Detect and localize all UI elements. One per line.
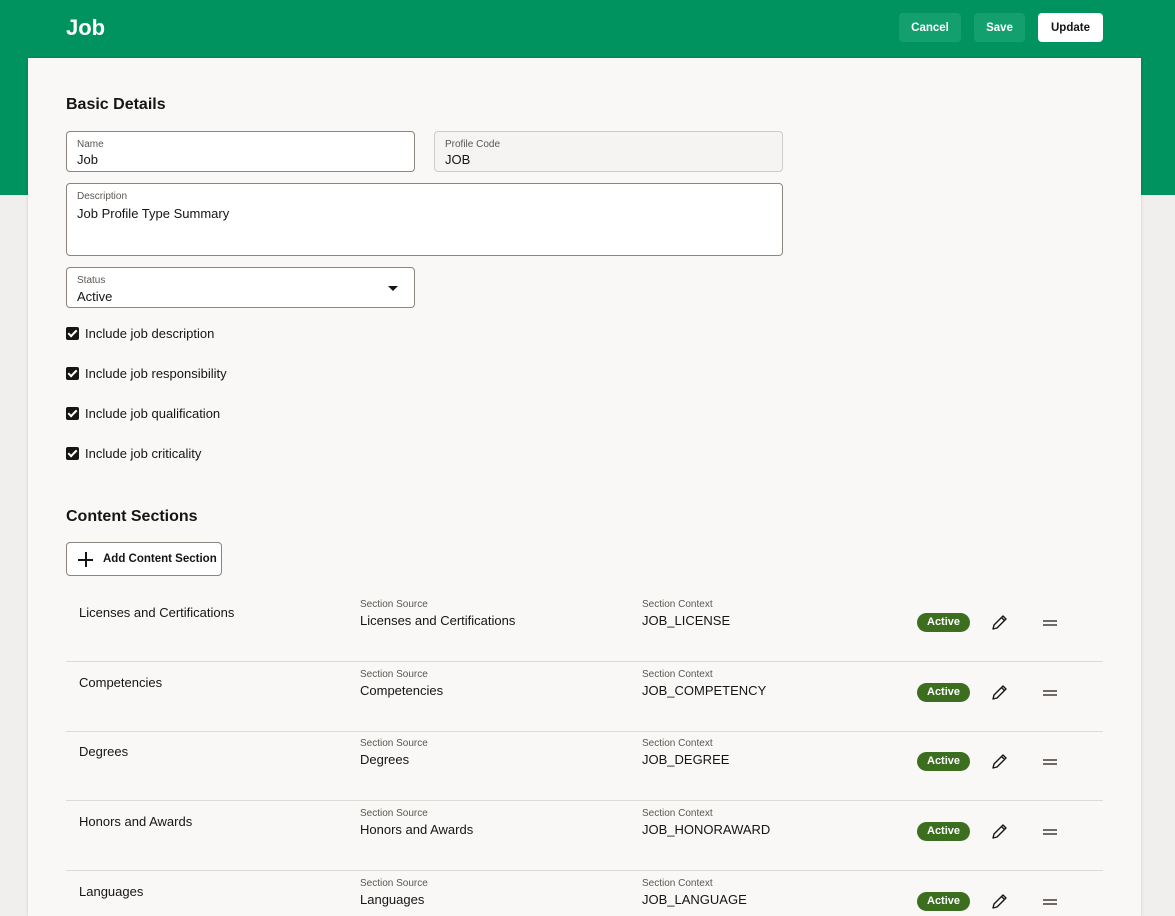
plus-icon [78, 552, 93, 567]
content-sections-heading: Content Sections [66, 508, 198, 525]
pencil-icon[interactable] [990, 821, 1010, 841]
checkbox-label: Include job qualification [85, 406, 221, 421]
section-context-value: JOB_DEGREE [642, 752, 730, 767]
section-context-label: Section Context [642, 669, 713, 680]
chevron-down-icon [388, 286, 398, 291]
pencil-icon[interactable] [990, 891, 1010, 911]
section-context-label: Section Context [642, 599, 713, 610]
drag-handle-icon[interactable] [1043, 898, 1057, 906]
status-value: Active [77, 289, 113, 304]
pencil-icon[interactable] [990, 682, 1010, 702]
drag-handle-icon[interactable] [1043, 828, 1057, 836]
section-context-label: Section Context [642, 738, 713, 749]
description-value: Job Profile Type Summary [77, 206, 230, 221]
status-badge: Active [917, 683, 971, 702]
section-context-value: JOB_LANGUAGE [642, 892, 747, 907]
drag-handle-icon[interactable] [1043, 619, 1057, 627]
description-field[interactable]: Description Job Profile Type Summary [66, 183, 783, 256]
name-field[interactable]: Name Job [66, 131, 415, 172]
section-context-label: Section Context [642, 808, 713, 819]
pencil-icon[interactable] [990, 612, 1010, 632]
profile-code-label: Profile Code [445, 139, 501, 150]
section-name: Licenses and Certifications [79, 605, 235, 620]
profile-code-value: JOB [445, 152, 471, 167]
checkbox-label: Include job responsibility [85, 366, 227, 381]
section-context-value: JOB_LICENSE [642, 613, 731, 628]
checkbox-checked-icon[interactable] [66, 327, 79, 340]
checkbox-checked-icon[interactable] [66, 367, 79, 380]
section-source-value: Honors and Awards [360, 822, 474, 837]
content-section-row: Honors and Awards Section Source Honors … [66, 801, 1103, 871]
update-button[interactable]: Update [1038, 13, 1103, 42]
status-badge: Active [917, 892, 971, 911]
drag-handle-icon[interactable] [1043, 758, 1057, 766]
status-select[interactable]: Status Active [66, 267, 415, 308]
section-name: Languages [79, 884, 144, 899]
section-source-value: Competencies [360, 683, 444, 698]
status-badge: Active [917, 752, 971, 771]
content-section-row: Licenses and Certifications Section Sour… [66, 592, 1103, 662]
content-section-row: Degrees Section Source Degrees Section C… [66, 731, 1103, 801]
section-source-label: Section Source [360, 599, 428, 610]
status-label: Status [77, 275, 106, 286]
description-label: Description [77, 191, 128, 202]
section-context-label: Section Context [642, 878, 713, 889]
checkbox-label: Include job description [85, 326, 215, 341]
cancel-button[interactable]: Cancel [899, 13, 961, 42]
status-badge: Active [917, 822, 971, 841]
section-name: Degrees [79, 744, 129, 759]
drag-handle-icon[interactable] [1043, 689, 1057, 697]
content-section-row: Languages Section Source Languages Secti… [66, 871, 1103, 916]
checkbox-label: Include job criticality [85, 446, 202, 461]
add-content-section-label: Add Content Section [103, 553, 217, 565]
pencil-icon[interactable] [990, 751, 1010, 771]
name-label: Name [77, 139, 104, 150]
section-source-value: Licenses and Certifications [360, 613, 516, 628]
checkbox-checked-icon[interactable] [66, 407, 79, 420]
section-source-label: Section Source [360, 669, 428, 680]
profile-code-field: Profile Code JOB [434, 131, 783, 172]
content-section-row: Competencies Section Source Competencies… [66, 662, 1103, 732]
basic-details-heading: Basic Details [66, 96, 166, 113]
section-source-value: Languages [360, 892, 425, 907]
name-value: Job [77, 152, 98, 167]
status-badge: Active [917, 613, 971, 632]
section-name: Honors and Awards [79, 814, 193, 829]
save-button[interactable]: Save [974, 13, 1025, 42]
section-source-value: Degrees [360, 752, 410, 767]
checkbox-checked-icon[interactable] [66, 447, 79, 460]
page-title: Job [66, 15, 106, 40]
section-source-label: Section Source [360, 878, 428, 889]
section-source-label: Section Source [360, 738, 428, 749]
section-context-value: JOB_COMPETENCY [642, 683, 767, 698]
section-context-value: JOB_HONORAWARD [642, 822, 771, 837]
section-name: Competencies [79, 675, 163, 690]
add-content-section-button[interactable]: Add Content Section [66, 542, 222, 576]
section-source-label: Section Source [360, 808, 428, 819]
